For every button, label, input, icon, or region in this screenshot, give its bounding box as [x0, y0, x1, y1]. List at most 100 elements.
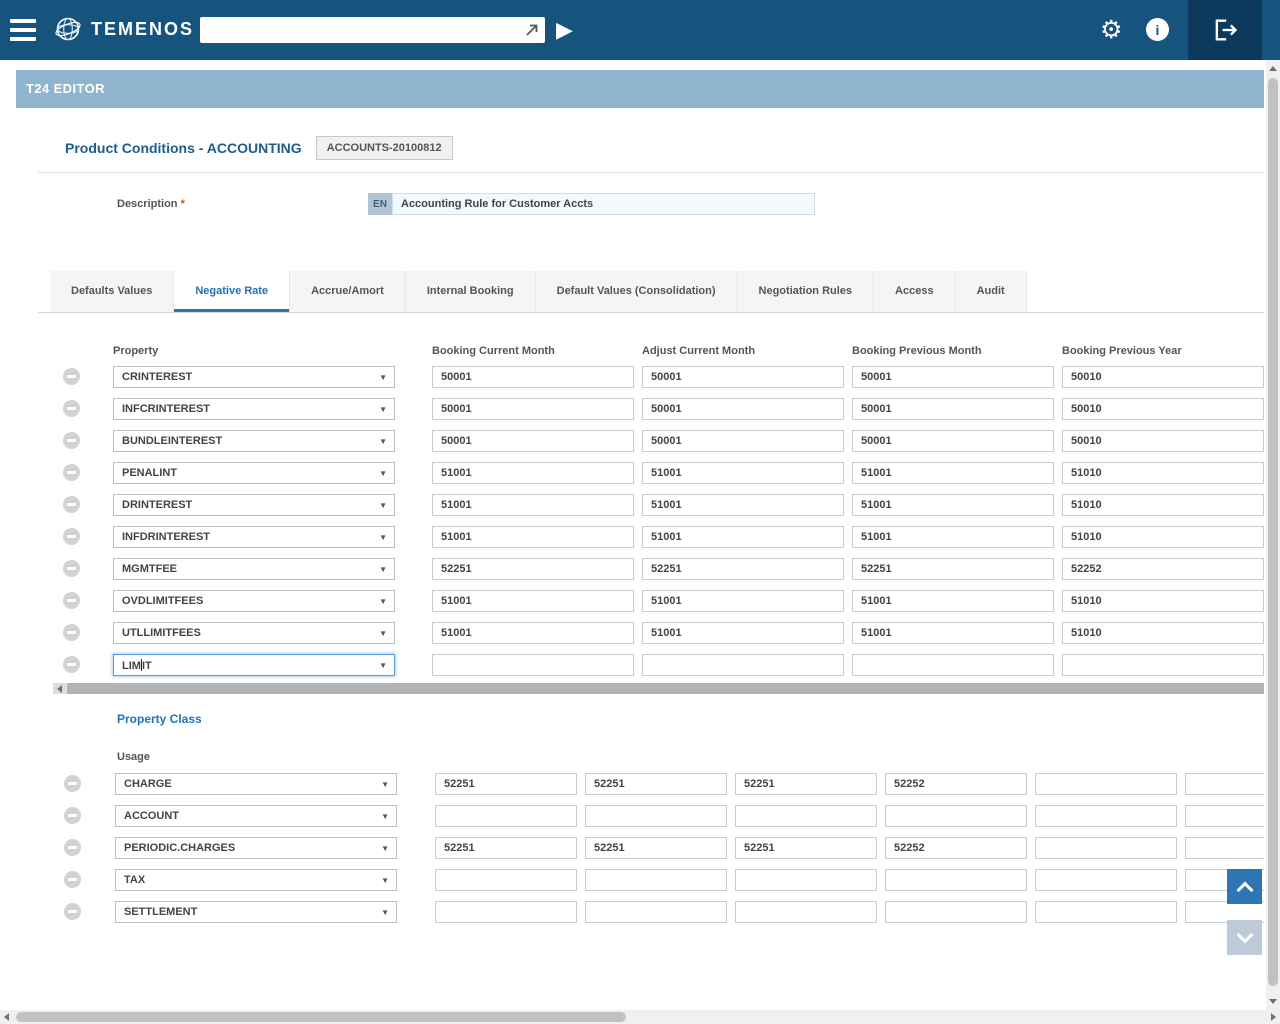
tab-negative-rate[interactable]: Negative Rate [174, 271, 290, 312]
vertical-scrollbar[interactable] [1266, 60, 1280, 1010]
value-input[interactable] [852, 398, 1054, 420]
value-input[interactable] [432, 558, 634, 580]
table-horizontal-scrollbar[interactable] [53, 683, 1264, 694]
value-input[interactable] [585, 901, 727, 923]
property-select[interactable]: TAX▼ [115, 869, 397, 891]
scroll-left-arrow-icon[interactable] [4, 1013, 9, 1021]
value-input[interactable] [585, 837, 727, 859]
remove-row-icon[interactable] [64, 839, 81, 856]
property-select[interactable]: OVDLIMITFEES▼ [113, 590, 395, 612]
value-input[interactable] [435, 869, 577, 891]
value-input[interactable] [432, 462, 634, 484]
value-input[interactable] [642, 494, 844, 516]
gear-icon[interactable]: ⚙ [1100, 14, 1122, 46]
remove-row-icon[interactable] [63, 624, 80, 641]
value-input[interactable] [642, 622, 844, 644]
value-input[interactable] [885, 901, 1027, 923]
value-input[interactable] [642, 526, 844, 548]
remove-row-icon[interactable] [63, 464, 80, 481]
property-select[interactable]: ACCOUNT▼ [115, 805, 397, 827]
scroll-down-arrow-icon[interactable] [1269, 999, 1277, 1004]
property-select[interactable]: PENALINT▼ [113, 462, 395, 484]
value-input[interactable] [1035, 805, 1177, 827]
value-input[interactable] [1062, 526, 1264, 548]
value-input[interactable] [1185, 805, 1264, 827]
value-input[interactable] [435, 901, 577, 923]
scroll-left-arrow-icon[interactable] [53, 683, 66, 694]
value-input[interactable] [642, 654, 844, 676]
value-input[interactable] [1185, 773, 1264, 795]
tab-access[interactable]: Access [874, 271, 956, 312]
property-select[interactable]: PERIODIC.CHARGES▼ [115, 837, 397, 859]
search-input[interactable] [200, 17, 545, 43]
info-icon[interactable]: i [1146, 18, 1169, 41]
description-input[interactable] [392, 193, 815, 215]
remove-row-icon[interactable] [63, 368, 80, 385]
value-input[interactable] [642, 398, 844, 420]
value-input[interactable] [852, 526, 1054, 548]
value-input[interactable] [1062, 590, 1264, 612]
remove-row-icon[interactable] [63, 656, 80, 673]
value-input[interactable] [642, 558, 844, 580]
value-input[interactable] [1062, 430, 1264, 452]
value-input[interactable] [435, 773, 577, 795]
property-select[interactable]: INFDRINTEREST▼ [113, 526, 395, 548]
value-input[interactable] [1035, 901, 1177, 923]
value-input[interactable] [852, 590, 1054, 612]
scroll-right-arrow-icon[interactable] [1271, 1013, 1276, 1021]
play-icon[interactable]: ▶ [556, 15, 573, 45]
value-input[interactable] [432, 622, 634, 644]
tab-internal-booking[interactable]: Internal Booking [406, 271, 536, 312]
value-input[interactable] [852, 366, 1054, 388]
value-input[interactable] [432, 366, 634, 388]
value-input[interactable] [735, 837, 877, 859]
tab-defaults-values[interactable]: Defaults Values [50, 271, 174, 312]
scrollbar-thumb[interactable] [67, 683, 1264, 694]
property-select[interactable]: CHARGE▼ [115, 773, 397, 795]
value-input[interactable] [852, 462, 1054, 484]
logout-button[interactable] [1188, 0, 1262, 60]
value-input[interactable] [432, 494, 634, 516]
value-input[interactable] [852, 622, 1054, 644]
horizontal-scrollbar-thumb[interactable] [16, 1012, 626, 1022]
remove-row-icon[interactable] [63, 432, 80, 449]
value-input[interactable] [735, 901, 877, 923]
value-input[interactable] [585, 773, 727, 795]
vertical-scrollbar-thumb[interactable] [1268, 78, 1278, 986]
property-select[interactable]: MGMTFEE▼ [113, 558, 395, 580]
value-input[interactable] [585, 805, 727, 827]
value-input[interactable] [885, 805, 1027, 827]
value-input[interactable] [1035, 773, 1177, 795]
go-icon[interactable] [524, 22, 540, 38]
value-input[interactable] [1062, 366, 1264, 388]
value-input[interactable] [432, 590, 634, 612]
remove-row-icon[interactable] [64, 903, 81, 920]
scroll-down-button[interactable] [1227, 920, 1262, 955]
property-select[interactable]: SETTLEMENT▼ [115, 901, 397, 923]
value-input[interactable] [735, 805, 877, 827]
remove-row-icon[interactable] [63, 560, 80, 577]
property-select[interactable]: BUNDLEINTEREST▼ [113, 430, 395, 452]
value-input[interactable] [885, 773, 1027, 795]
value-input[interactable] [1035, 869, 1177, 891]
value-input[interactable] [1062, 654, 1264, 676]
horizontal-scrollbar[interactable] [0, 1010, 1280, 1024]
value-input[interactable] [642, 430, 844, 452]
menu-icon[interactable] [10, 19, 38, 41]
value-input[interactable] [1035, 837, 1177, 859]
value-input[interactable] [432, 654, 634, 676]
property-select[interactable]: CRINTEREST▼ [113, 366, 395, 388]
value-input[interactable] [585, 869, 727, 891]
value-input[interactable] [852, 654, 1054, 676]
value-input[interactable] [642, 590, 844, 612]
tab-audit[interactable]: Audit [956, 271, 1027, 312]
value-input[interactable] [642, 462, 844, 484]
scroll-up-arrow-icon[interactable] [1269, 66, 1277, 71]
remove-row-icon[interactable] [63, 592, 80, 609]
value-input[interactable] [432, 398, 634, 420]
value-input[interactable] [852, 558, 1054, 580]
remove-row-icon[interactable] [64, 775, 81, 792]
value-input[interactable] [735, 773, 877, 795]
value-input[interactable] [1062, 494, 1264, 516]
value-input[interactable] [1062, 558, 1264, 580]
